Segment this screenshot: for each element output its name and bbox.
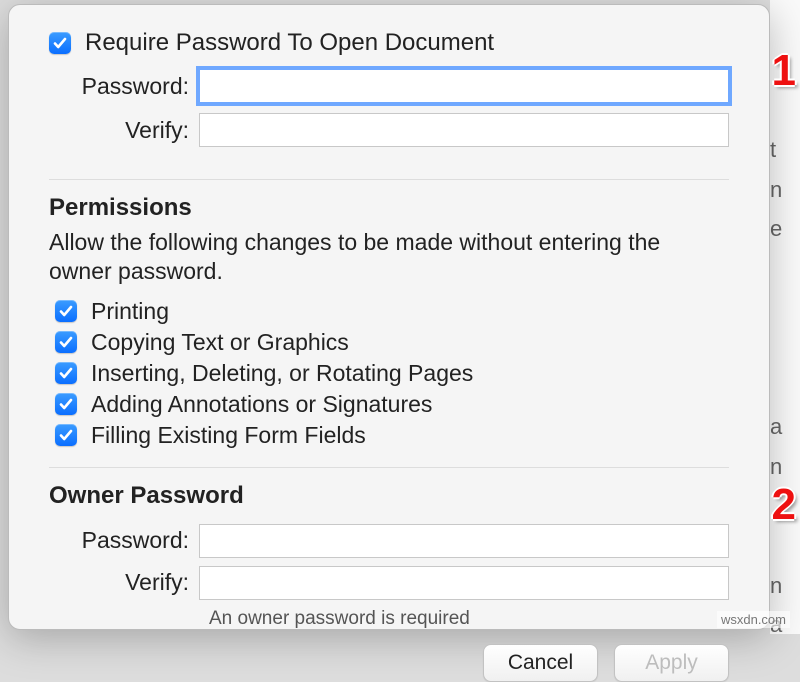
perm-copying-label: Copying Text or Graphics xyxy=(91,329,349,356)
owner-verify-label: Verify: xyxy=(49,569,199,596)
perm-insert-checkbox[interactable] xyxy=(55,362,77,384)
annotation-callout-2: 2 xyxy=(772,480,796,530)
permissions-title: Permissions xyxy=(49,194,729,222)
divider xyxy=(49,179,729,180)
perm-form-fields-checkbox[interactable] xyxy=(55,424,77,446)
open-password-input[interactable] xyxy=(199,69,729,103)
perm-printing-label: Printing xyxy=(91,298,169,325)
perm-copying-checkbox[interactable] xyxy=(55,331,77,353)
perm-annotations-checkbox[interactable] xyxy=(55,393,77,415)
perm-insert-label: Inserting, Deleting, or Rotating Pages xyxy=(91,360,473,387)
annotation-callout-1: 1 xyxy=(772,46,796,96)
owner-password-section: Owner Password Password: Verify: An owne… xyxy=(49,482,729,630)
permissions-description: Allow the following changes to be made w… xyxy=(49,228,729,286)
owner-verify-input[interactable] xyxy=(199,566,729,600)
cancel-button[interactable]: Cancel xyxy=(483,644,598,682)
owner-password-input[interactable] xyxy=(199,524,729,558)
permissions-list: Printing Copying Text or Graphics Insert… xyxy=(49,298,729,449)
divider xyxy=(49,467,729,468)
owner-password-label: Password: xyxy=(49,527,199,554)
perm-printing-checkbox[interactable] xyxy=(55,300,77,322)
open-password-label: Password: xyxy=(49,73,199,100)
permissions-section: Permissions Allow the following changes … xyxy=(49,194,729,453)
watermark: wsxdn.com xyxy=(717,611,790,628)
perm-annotations-label: Adding Annotations or Signatures xyxy=(91,391,432,418)
perm-form-fields-label: Filling Existing Form Fields xyxy=(91,422,366,449)
owner-password-hint: An owner password is required xyxy=(209,608,729,630)
password-dialog: Require Password To Open Document Passwo… xyxy=(8,4,770,630)
open-verify-input[interactable] xyxy=(199,113,729,147)
open-verify-label: Verify: xyxy=(49,117,199,144)
owner-password-title: Owner Password xyxy=(49,482,729,510)
require-password-checkbox[interactable] xyxy=(49,32,71,54)
apply-button[interactable]: Apply xyxy=(614,644,729,682)
require-password-label: Require Password To Open Document xyxy=(85,29,494,57)
dialog-buttons: Cancel Apply xyxy=(49,644,729,682)
